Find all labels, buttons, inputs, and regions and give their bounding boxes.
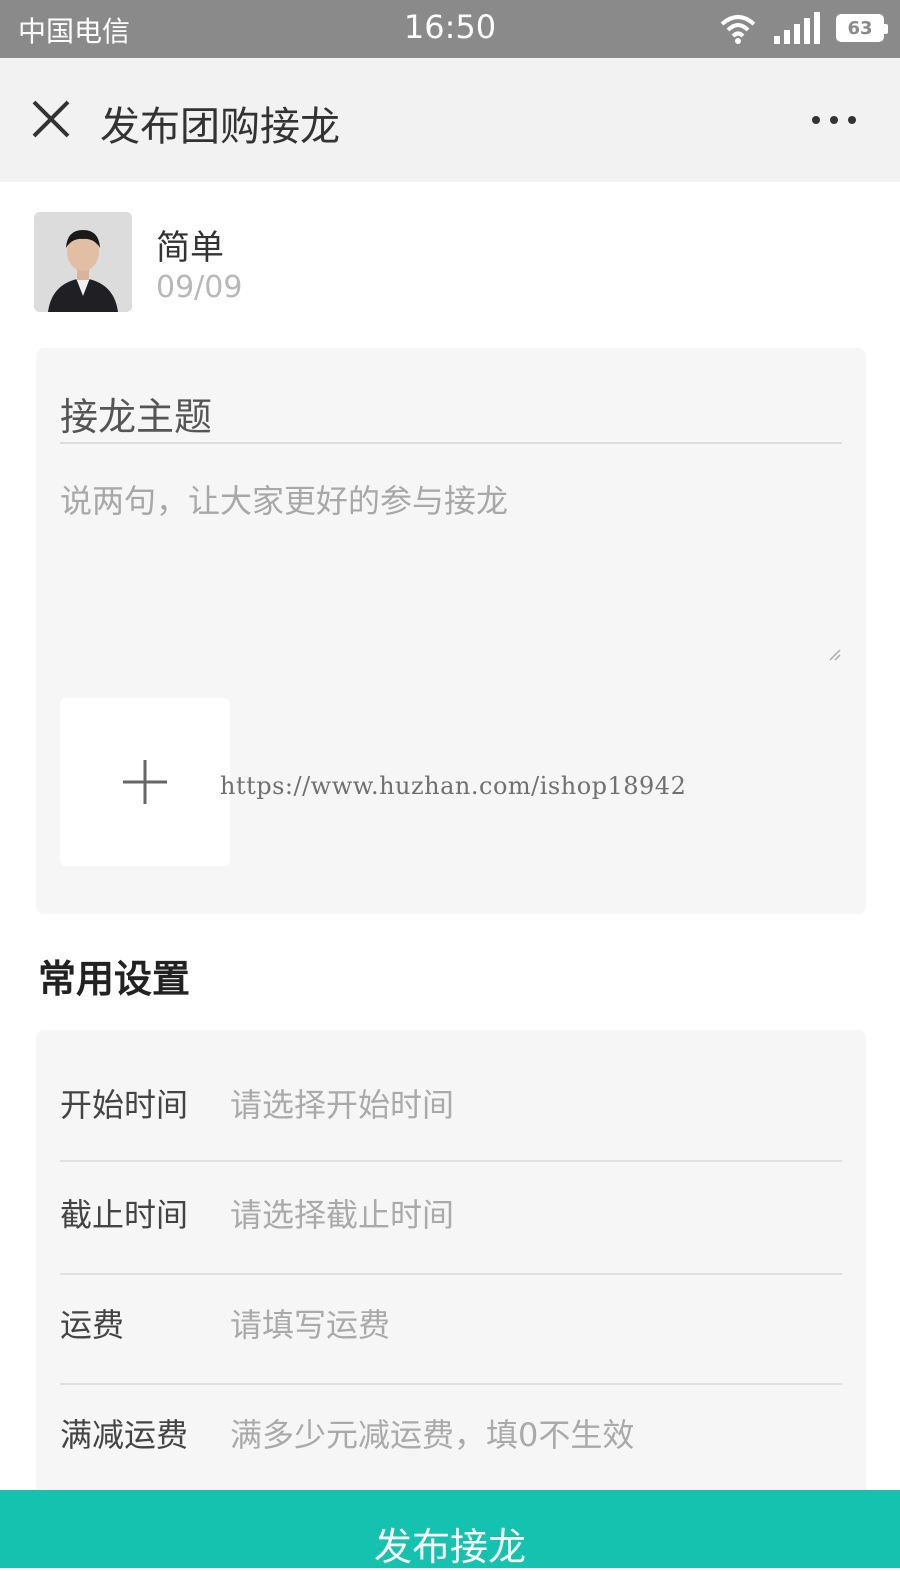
setting-row-start-time[interactable]: 开始时间 请选择开始时间 (60, 1048, 842, 1158)
avatar[interactable] (34, 212, 132, 312)
topic-description-textarea[interactable]: 说两句，让大家更好的参与接龙 (60, 476, 508, 522)
setting-label: 运费 (60, 1306, 125, 1344)
topic-card: 接龙主题 说两句，让大家更好的参与接龙 (36, 348, 866, 914)
setting-label: 满减运费 (60, 1416, 189, 1454)
free-shipping-threshold-input[interactable]: 满多少元减运费，填0不生效 (230, 1410, 634, 1456)
shipping-fee-input[interactable]: 请填写运费 (230, 1300, 390, 1346)
publish-button[interactable]: 发布接龙 (0, 1490, 900, 1569)
wifi-icon (720, 15, 756, 44)
setting-row-end-time[interactable]: 截止时间 请选择截止时间 (60, 1158, 842, 1268)
setting-label: 截止时间 (60, 1196, 189, 1234)
setting-label: 开始时间 (60, 1086, 189, 1124)
add-image-button[interactable] (60, 698, 230, 866)
nav-bar: 发布团购接龙 (0, 58, 900, 182)
plus-icon (123, 760, 167, 804)
close-icon[interactable] (28, 96, 74, 142)
battery-level: 63 (847, 17, 873, 39)
status-bar: 中国电信 16:50 63 (0, 0, 900, 58)
watermark: https://www.huzhan.com/ishop18942 (220, 772, 687, 800)
page-title: 发布团购接龙 (100, 104, 340, 150)
end-time-input[interactable]: 请选择截止时间 (230, 1190, 454, 1236)
more-icon[interactable] (808, 102, 860, 138)
author-info: 简单 09/09 (34, 212, 874, 316)
setting-row-free-shipping[interactable]: 满减运费 满多少元减运费，填0不生效 (60, 1378, 842, 1488)
divider (60, 442, 842, 444)
start-time-input[interactable]: 请选择开始时间 (230, 1080, 454, 1126)
settings-card: 开始时间 请选择开始时间 截止时间 请选择截止时间 运费 请填写运费 满减运费 … (36, 1030, 866, 1500)
post-date: 09/09 (156, 270, 243, 305)
setting-row-shipping[interactable]: 运费 请填写运费 (60, 1268, 842, 1378)
author-name: 简单 (156, 228, 224, 268)
signal-icon (774, 12, 820, 44)
battery-icon: 63 (836, 14, 888, 42)
settings-title: 常用设置 (38, 957, 191, 1001)
topic-title-input[interactable]: 接龙主题 (60, 386, 212, 441)
resize-handle-icon[interactable] (828, 648, 842, 662)
status-icons: 63 (718, 10, 888, 46)
